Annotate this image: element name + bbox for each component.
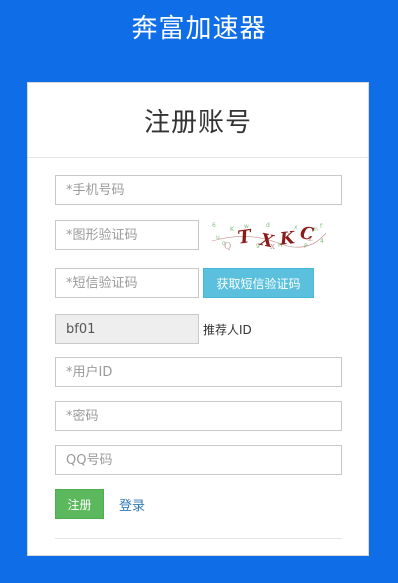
phone-input[interactable] (55, 175, 342, 205)
get-sms-code-button[interactable]: 获取短信验证码 (203, 268, 314, 298)
login-link[interactable]: 登录 (119, 495, 145, 514)
svg-text:6: 6 (212, 222, 216, 229)
svg-text:4: 4 (320, 238, 324, 245)
svg-text:d: d (266, 222, 270, 229)
sms-code-input[interactable] (55, 268, 199, 298)
svg-text:x: x (294, 224, 298, 231)
register-card: 注册账号 6qK 9dH xPm 4u2 wf Qxz T X K C 获取短信… (27, 82, 369, 556)
user-id-input[interactable] (55, 357, 342, 387)
register-button[interactable]: 注册 (55, 489, 104, 519)
referrer-id-field[interactable] (55, 314, 199, 344)
qq-number-input[interactable] (55, 445, 342, 475)
card-header: 注册账号 (28, 83, 368, 158)
captcha-input[interactable] (55, 220, 199, 250)
password-input[interactable] (55, 401, 342, 431)
captcha-image[interactable]: 6qK 9dH xPm 4u 2 wf Qxz T X K C (208, 219, 328, 251)
divider (55, 538, 342, 539)
svg-text:Q: Q (224, 242, 231, 251)
referrer-id-label: 推荐人ID (203, 323, 252, 337)
app-title: 奔富加速器 (131, 14, 267, 44)
page-title: 注册账号 (143, 107, 252, 138)
